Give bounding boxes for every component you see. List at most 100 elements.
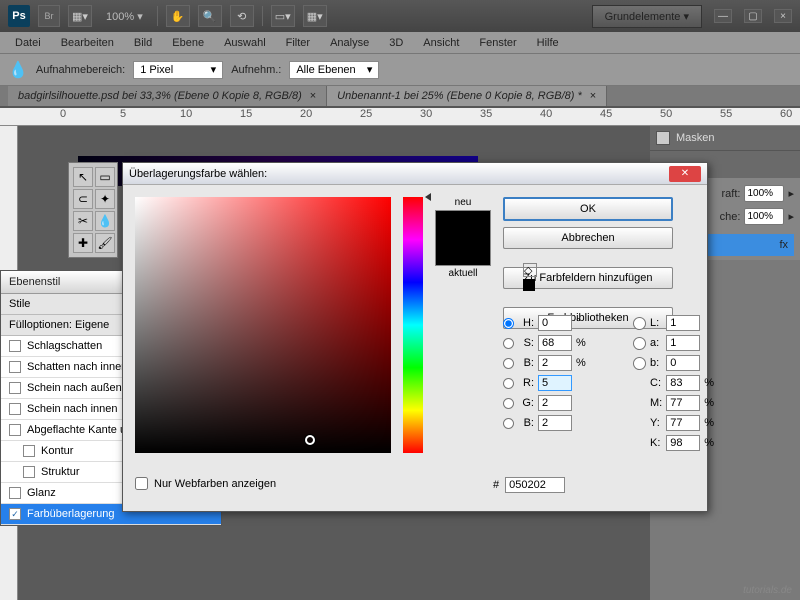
color-saturation-field[interactable] — [135, 197, 391, 453]
l-input[interactable] — [666, 315, 700, 331]
arrange-docs-button[interactable]: ▦▾ — [303, 5, 327, 27]
lasso-tool-icon[interactable]: ⊂ — [73, 189, 93, 209]
color-preview-new[interactable] — [435, 210, 491, 266]
color-picker-dialog: Überlagerungsfarbe wählen: ✕ neu aktuell… — [122, 162, 708, 512]
hue-slider[interactable] — [403, 197, 423, 453]
labb-radio[interactable] — [633, 357, 646, 370]
restore-button[interactable]: ▢ — [744, 9, 762, 23]
menu-filter[interactable]: Filter — [277, 34, 319, 52]
heal-tool-icon[interactable]: ✚ — [73, 233, 93, 253]
gamut-warning-icon[interactable]: ◇ — [523, 263, 537, 277]
menu-datei[interactable]: Datei — [6, 34, 50, 52]
dialog-title: Überlagerungsfarbe wählen: — [129, 168, 267, 180]
checkbox-icon[interactable] — [9, 508, 21, 520]
blue-input[interactable] — [538, 415, 572, 431]
red-input[interactable] — [538, 375, 572, 391]
hex-input[interactable] — [505, 477, 565, 493]
green-input[interactable] — [538, 395, 572, 411]
m-label: M: — [650, 397, 662, 409]
screen-mode-button[interactable]: ▭▾ — [271, 5, 295, 27]
crop-tool-icon[interactable]: ✂ — [73, 211, 93, 231]
cancel-button[interactable]: Abbrechen — [503, 227, 673, 249]
l-radio[interactable] — [633, 317, 646, 330]
c-input[interactable] — [666, 375, 700, 391]
ok-button[interactable]: OK — [503, 197, 673, 221]
brush-tool-icon[interactable]: 🖌 — [95, 233, 115, 253]
close-icon[interactable]: × — [310, 90, 316, 102]
labb-input[interactable] — [666, 355, 700, 371]
dialog-titlebar[interactable]: Überlagerungsfarbe wählen: ✕ — [123, 163, 707, 185]
options-bar: 💧 Aufnahmebereich: 1 Pixel▾ Aufnehm.: Al… — [0, 54, 800, 86]
horizontal-ruler: 05 1015 2025 3035 4045 5055 6065 — [0, 108, 800, 126]
document-tab-1[interactable]: badgirlsilhouette.psd bei 33,3% (Ebene 0… — [8, 86, 327, 106]
checkbox-icon[interactable] — [23, 466, 35, 478]
hue-marker-icon[interactable] — [425, 193, 431, 201]
checkbox-icon[interactable] — [9, 424, 21, 436]
workspace-switcher-button[interactable]: Grundelemente ▾ — [592, 5, 702, 28]
y-label: Y: — [650, 417, 662, 429]
zoom-tool-icon[interactable]: 🔍 — [198, 5, 222, 27]
checkbox-icon[interactable] — [9, 382, 21, 394]
layout-menu-button[interactable]: ▦▾ — [68, 5, 92, 27]
menu-bar: Datei Bearbeiten Bild Ebene Auswahl Filt… — [0, 32, 800, 54]
masks-panel-tab[interactable]: Masken — [650, 126, 800, 150]
a-input[interactable] — [666, 335, 700, 351]
wand-tool-icon[interactable]: ✦ — [95, 189, 115, 209]
menu-bearbeiten[interactable]: Bearbeiten — [52, 34, 123, 52]
menu-3d[interactable]: 3D — [380, 34, 412, 52]
sat-radio[interactable] — [503, 338, 514, 349]
menu-fenster[interactable]: Fenster — [470, 34, 525, 52]
k-input[interactable] — [666, 435, 700, 451]
menu-analyse[interactable]: Analyse — [321, 34, 378, 52]
hand-tool-icon[interactable]: ✋ — [166, 5, 190, 27]
checkbox-icon[interactable] — [23, 445, 35, 457]
marquee-tool-icon[interactable]: ▭ — [95, 167, 115, 187]
red-radio[interactable] — [503, 378, 514, 389]
rotate-view-icon[interactable]: ⟲ — [230, 5, 254, 27]
close-dialog-button[interactable]: ✕ — [669, 166, 701, 182]
move-tool-icon[interactable]: ↖ — [73, 167, 93, 187]
checkbox-icon[interactable] — [9, 403, 21, 415]
document-tab-2[interactable]: Unbenannt-1 bei 25% (Ebene 0 Kopie 8, RG… — [327, 86, 607, 106]
blue-radio[interactable] — [503, 418, 514, 429]
menu-ebene[interactable]: Ebene — [163, 34, 213, 52]
sample-size-select[interactable]: 1 Pixel▾ — [133, 61, 223, 79]
bri-input[interactable] — [538, 355, 572, 371]
c-label: C: — [650, 377, 662, 389]
websafe-swatch-icon[interactable] — [523, 279, 535, 291]
color-field-marker-icon[interactable] — [305, 435, 315, 445]
checkbox-icon[interactable] — [9, 340, 21, 352]
zoom-display[interactable]: 100% ▾ — [100, 10, 149, 23]
a-radio[interactable] — [633, 337, 646, 350]
web-colors-label: Nur Webfarben anzeigen — [154, 478, 276, 490]
eyedropper-tool-icon[interactable]: 💧 — [95, 211, 115, 231]
menu-hilfe[interactable]: Hilfe — [528, 34, 568, 52]
sat-input[interactable] — [538, 335, 572, 351]
menu-auswahl[interactable]: Auswahl — [215, 34, 275, 52]
l-label: L: — [650, 317, 662, 329]
fill-label: che: — [720, 211, 741, 223]
checkbox-icon[interactable] — [9, 361, 21, 373]
hue-input[interactable] — [538, 315, 572, 331]
new-color-label: neu — [455, 197, 472, 208]
fill-input[interactable] — [744, 208, 784, 225]
green-radio[interactable] — [503, 398, 514, 409]
sample-layer-select[interactable]: Alle Ebenen▾ — [289, 61, 379, 79]
y-input[interactable] — [666, 415, 700, 431]
m-input[interactable] — [666, 395, 700, 411]
opacity-input[interactable] — [744, 185, 784, 202]
menu-ansicht[interactable]: Ansicht — [414, 34, 468, 52]
menu-bild[interactable]: Bild — [125, 34, 161, 52]
hue-radio[interactable] — [503, 318, 514, 329]
app-logo-icon: Ps — [8, 5, 30, 27]
bridge-icon[interactable]: Br — [38, 5, 60, 27]
bri-radio[interactable] — [503, 358, 514, 369]
close-icon[interactable]: × — [590, 90, 596, 102]
checkbox-icon[interactable] — [9, 487, 21, 499]
sample-layer-label: Aufnehm.: — [231, 64, 281, 76]
close-window-button[interactable]: × — [774, 9, 792, 23]
web-colors-checkbox[interactable] — [135, 477, 148, 490]
minimize-button[interactable]: — — [714, 9, 732, 23]
sample-size-label: Aufnahmebereich: — [36, 64, 125, 76]
eyedropper-tool-icon[interactable]: 💧 — [8, 60, 28, 80]
